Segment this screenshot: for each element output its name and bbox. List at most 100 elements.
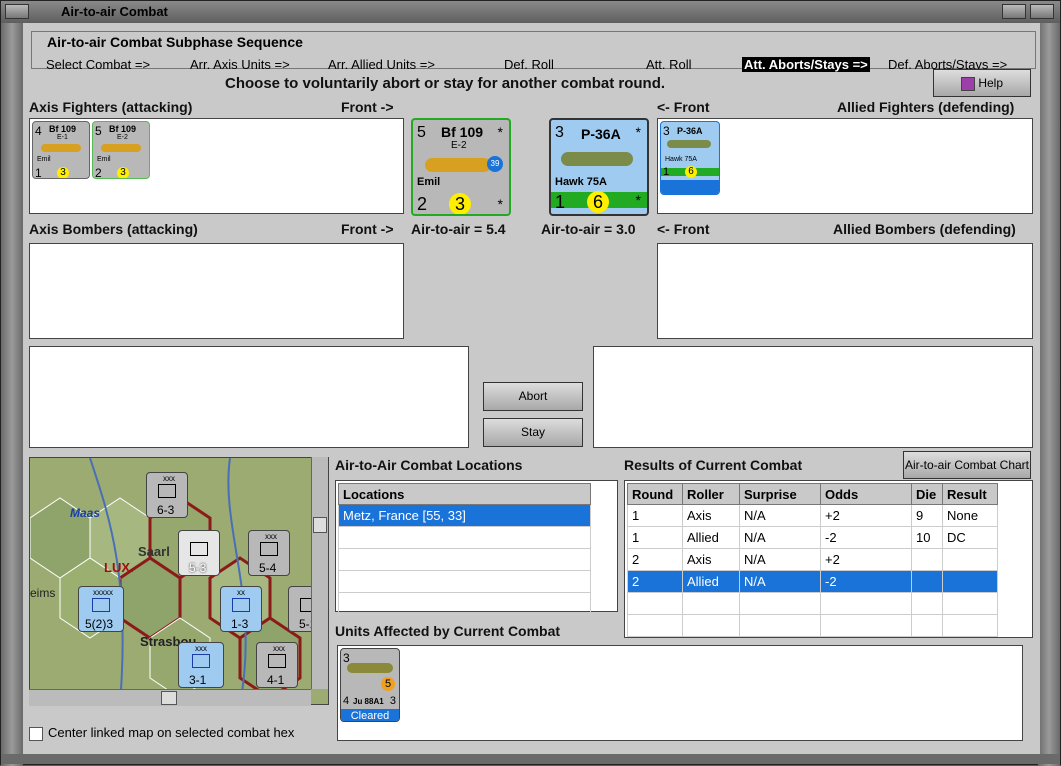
infantry-icon xyxy=(158,484,176,498)
infantry-icon xyxy=(192,654,210,668)
plane-icon xyxy=(101,144,141,152)
center-map-label: Center linked map on selected combat hex xyxy=(48,725,295,740)
step-arrange-allied: Arr. Allied Units => xyxy=(328,57,435,72)
instruction-text: Choose to voluntarily abort or stay for … xyxy=(225,75,666,92)
frame-left xyxy=(1,23,23,766)
col-surprise: Surprise xyxy=(739,483,821,505)
table-row[interactable]: 1 Axis N/A +2 9 None xyxy=(627,504,998,527)
abort-button[interactable]: Abort xyxy=(483,382,583,411)
sequence-title: Air-to-air Combat Subphase Sequence xyxy=(44,34,306,50)
stay-button[interactable]: Stay xyxy=(483,418,583,447)
plane-icon xyxy=(561,152,633,166)
map-vscroll-thumb[interactable] xyxy=(313,517,327,533)
subphase-sequence: Air-to-air Combat Subphase Sequence Sele… xyxy=(31,31,1036,72)
title-bar: Air-to-air Combat xyxy=(1,1,1060,24)
map-unit-counter[interactable]: 5-3 xyxy=(178,530,220,576)
front-arrow-right-bombers: Front -> xyxy=(341,221,394,237)
close-button[interactable] xyxy=(1030,4,1054,19)
step-def-roll: Def. Roll xyxy=(504,57,554,72)
allied-fighters-box[interactable]: 3 P-36A Hawk 75A 1 6 xyxy=(657,118,1033,214)
window: Air-to-air Combat Air-to-air Combat Subp… xyxy=(0,0,1061,766)
units-affected-title: Units Affected by Current Combat xyxy=(335,623,561,639)
map-hscroll-thumb[interactable] xyxy=(161,691,177,705)
map-horizontal-scrollbar[interactable] xyxy=(29,689,311,706)
axis-fighter-counter[interactable]: 5 Bf 109 E-2 Emil 2 3 xyxy=(92,121,150,179)
allied-bombers-label: Allied Bombers (defending) xyxy=(833,221,1016,237)
help-book-icon xyxy=(960,76,975,91)
table-row[interactable]: 1 Allied N/A -2 10 DC xyxy=(627,526,998,549)
col-die: Die xyxy=(911,483,943,505)
affected-unit-counter[interactable]: 3 5 4 Ju 88A1 3 Cleared xyxy=(340,648,400,722)
unit-badge: 39 xyxy=(487,156,503,172)
air-combat-chart-button[interactable]: Air-to-air Combat Chart xyxy=(903,451,1031,479)
mini-map[interactable]: Maas Saarl LUX. eims Strasbou xxx 6-3 5-… xyxy=(29,457,329,705)
axis-air-to-air-value: Air-to-air = 5.4 xyxy=(411,221,506,237)
map-unit-counter[interactable]: xxxxx 5(2)3 xyxy=(78,586,124,632)
step-select-combat: Select Combat => xyxy=(46,57,151,72)
infantry-icon xyxy=(190,542,208,556)
selected-axis-counter[interactable]: 5 Bf 109 E-2 * 39 Emil 2 3 * xyxy=(411,118,511,216)
minimize-button[interactable] xyxy=(1002,4,1026,19)
allied-fighter-counter[interactable]: 3 P-36A Hawk 75A 1 6 xyxy=(660,121,720,195)
map-label: LUX. xyxy=(104,560,134,575)
results-table: Round Roller Surprise Odds Die Result 1A… xyxy=(627,483,998,637)
selected-allied-counter[interactable]: 3 P-36A * Hawk 75A 1 6 * xyxy=(549,118,649,216)
infantry-icon xyxy=(232,598,250,612)
results-table-box[interactable]: Round Roller Surprise Odds Die Result 1A… xyxy=(624,480,1033,638)
allied-detail-box xyxy=(593,346,1033,448)
allied-bombers-box[interactable] xyxy=(657,243,1033,339)
selection-strip xyxy=(661,180,719,194)
map-unit-counter[interactable]: xxx 4-1 xyxy=(256,642,298,688)
bomber-icon xyxy=(347,663,393,673)
infantry-icon xyxy=(92,598,110,612)
col-roller: Roller xyxy=(682,483,740,505)
front-arrow-right: Front -> xyxy=(341,99,394,115)
table-row[interactable]: 2 Axis N/A +2 xyxy=(627,548,998,571)
allied-air-to-air-value: Air-to-air = 3.0 xyxy=(541,221,636,237)
frame-bottom xyxy=(1,754,1060,764)
col-round: Round xyxy=(627,483,683,505)
location-row[interactable]: Metz, France [55, 33] xyxy=(338,504,591,527)
locations-title: Air-to-Air Combat Locations xyxy=(335,457,523,473)
window-menu-button[interactable] xyxy=(5,4,29,19)
locations-header: Locations xyxy=(338,483,591,505)
plane-icon xyxy=(667,140,711,148)
map-unit-counter[interactable]: xxx 6-3 xyxy=(146,472,188,518)
plane-icon xyxy=(41,144,81,152)
results-title: Results of Current Combat xyxy=(624,457,803,473)
axis-fighters-box[interactable]: 4 Bf 109 E-1 Emil 1 3 5 Bf 109 E-2 Emil … xyxy=(29,118,404,214)
front-arrow-left: <- Front xyxy=(657,99,710,115)
map-label: eims xyxy=(30,586,56,600)
units-affected-box[interactable]: 3 5 4 Ju 88A1 3 Cleared xyxy=(337,645,1023,741)
infantry-icon xyxy=(260,542,278,556)
locations-list[interactable]: Locations Metz, France [55, 33] xyxy=(335,480,618,615)
step-arrange-axis: Arr. Axis Units => xyxy=(190,57,290,72)
map-label: Maas xyxy=(70,506,101,520)
content-area: Air-to-air Combat Subphase Sequence Sele… xyxy=(23,23,1040,756)
map-vertical-scrollbar[interactable] xyxy=(311,457,328,689)
table-row-selected[interactable]: 2 Allied N/A -2 xyxy=(627,570,998,593)
infantry-icon xyxy=(268,654,286,668)
col-odds: Odds xyxy=(820,483,912,505)
axis-detail-box xyxy=(29,346,469,448)
axis-bombers-box[interactable] xyxy=(29,243,404,339)
allied-fighters-label: Allied Fighters (defending) xyxy=(837,99,1015,115)
axis-bombers-label: Axis Bombers (attacking) xyxy=(29,221,198,237)
col-result: Result xyxy=(942,483,998,505)
frame-right xyxy=(1038,23,1060,766)
window-title: Air-to-air Combat xyxy=(61,4,168,19)
help-button[interactable]: Help xyxy=(933,69,1031,97)
front-arrow-left-bombers: <- Front xyxy=(657,221,710,237)
axis-fighters-label: Axis Fighters (attacking) xyxy=(29,99,193,115)
plane-icon xyxy=(425,158,491,172)
map-label: Saarl xyxy=(138,544,170,559)
step-att-aborts: Att. Aborts/Stays => xyxy=(742,57,870,72)
map-unit-counter[interactable]: xxx 5-4 xyxy=(248,530,290,576)
step-att-roll: Att. Roll xyxy=(646,57,692,72)
help-label: Help xyxy=(978,76,1004,90)
map-unit-counter[interactable]: xx 1-3 xyxy=(220,586,262,632)
map-unit-counter[interactable]: xxx 3-1 xyxy=(178,642,224,688)
axis-fighter-counter[interactable]: 4 Bf 109 E-1 Emil 1 3 xyxy=(32,121,90,179)
center-map-checkbox[interactable] xyxy=(29,727,43,741)
cleared-status: Cleared xyxy=(341,709,399,721)
